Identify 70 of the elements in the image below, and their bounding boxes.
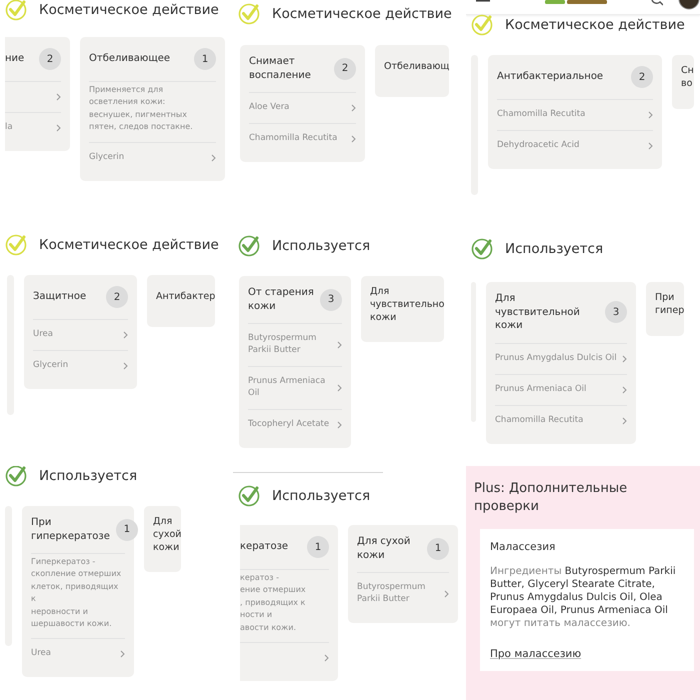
chevron-icon (324, 654, 329, 662)
chevron-icon (123, 362, 128, 370)
chevron-icon (351, 135, 356, 143)
category-title: Сн во (681, 65, 694, 91)
category-description: Применяется для осветления кожи: веснушек, пигментных пятен, следов постакне. (89, 81, 216, 142)
category-card[interactable]: Отбеливающ (375, 45, 450, 97)
category-title: Для чувствительно кожи (370, 286, 444, 324)
category-title: Отбеливающее (89, 52, 170, 66)
count-badge: 3 (605, 301, 627, 324)
category-title: ние (5, 52, 24, 66)
chevron-icon (56, 124, 61, 132)
chevron-icon (648, 142, 653, 150)
chevron-icon (622, 416, 627, 424)
category-title: Для сухой кожи (357, 535, 412, 562)
section-heading: Косметическое действие (272, 6, 452, 22)
count-badge: 1 (427, 538, 449, 560)
category-card[interactable]: Отбеливающее 1 Применяется для осветления кожи: веснушек, пигментных пятен, следов постакне. Glycerin (80, 37, 225, 181)
category-card[interactable]: Для сухой кожи 1 Butyrospermum Parkii Butter (348, 525, 458, 623)
chevron-icon (123, 331, 128, 339)
count-badge: 1 (116, 518, 138, 540)
category-title: Антибактер (156, 290, 216, 304)
category-title: При гипер (655, 292, 684, 318)
section-heading: Косметическое действие (505, 17, 685, 33)
chevron-icon (622, 386, 627, 394)
section-heading: Используется (39, 468, 138, 484)
chevron-icon (444, 590, 449, 598)
category-title: Снимает воспаление (249, 55, 312, 82)
category-card[interactable]: При гипер (646, 282, 684, 336)
chevron-icon (56, 93, 61, 101)
category-description: Гиперкератоз - скопление отмерших клеток, приводящих к неровности и шершавости кожи. (31, 553, 125, 638)
count-badge: 2 (631, 66, 653, 88)
category-card[interactable]: Антибактер (147, 275, 216, 327)
section-heading: Используется (272, 238, 370, 254)
chevron-icon (337, 420, 342, 429)
category-description: кератоз - ение отмерших , приводящих к ности и авости кожи. (240, 569, 329, 642)
section-heading: Косметическое действие (39, 2, 219, 18)
chevron-icon (351, 104, 356, 112)
search-icon[interactable] (651, 0, 664, 6)
check-heading: Малассезия (490, 541, 556, 554)
section-heading: Используется (272, 488, 370, 504)
category-title: От старения кожи (248, 286, 314, 313)
section-heading: Косметическое действие (39, 237, 219, 253)
chevron-icon (120, 650, 125, 658)
chevron-icon (211, 154, 216, 162)
chevron-icon (337, 384, 342, 392)
category-card[interactable]: Сн во (672, 55, 694, 109)
count-badge: 2 (39, 48, 61, 70)
avatar-icon[interactable] (678, 0, 700, 10)
chevron-icon (648, 111, 653, 119)
category-title: Отбеливающ (384, 60, 450, 74)
count-badge: 1 (194, 48, 216, 70)
category-title: кератозе (240, 540, 288, 554)
chevron-icon (622, 354, 627, 362)
section-heading: Используется (505, 241, 604, 257)
category-card[interactable]: Для сухой кожи (144, 506, 182, 572)
chevron-icon (337, 340, 342, 349)
category-title: Антибактериальное (497, 70, 604, 84)
category-card[interactable]: кератозе 1 кератоз - ение отмерших , приводящих к ности и авости кожи. (240, 525, 338, 681)
more-link[interactable]: Про малассезию (490, 648, 582, 660)
section-title: Plus: Дополнительные проверки (473, 480, 628, 516)
category-card[interactable]: Для чувствительно кожи (361, 276, 444, 342)
category-title: Для чувствительной кожи (495, 292, 581, 332)
category-title: При гиперкератозе (31, 516, 110, 543)
count-badge: 3 (320, 288, 342, 310)
category-title: Защитное (33, 290, 86, 304)
count-badge: 2 (106, 286, 128, 308)
count-badge: 1 (307, 536, 329, 558)
category-title: Для сухой кожи (153, 516, 182, 554)
check-text: Ингредиенты Butyrospermum Parkii Butter, Glyceryl Stearate Citrate, Prunus Amygdalus Dulcis Oil, Olea Europaea Oil, Prunus Armeniaca Oil могут питать малассезию. (490, 565, 677, 630)
count-badge: 2 (334, 58, 356, 80)
